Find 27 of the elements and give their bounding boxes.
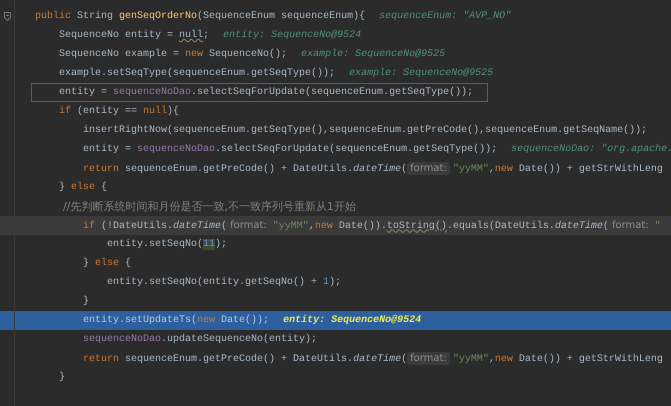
code-line: insertRightNow(sequenceEnum.getSeqType(),sequenceEnum.getPreCode(),sequenceEnum.getSeqName()); — [82, 125, 648, 136]
code-line: entity.setSeqNo(entity.getSeqNo() + 1); — [106, 277, 342, 288]
code-line: } — [82, 296, 90, 307]
code-line: entity.setSeqNo(11); — [106, 239, 228, 250]
code-line: if (!DateUtils.dateTime( format: "yyMM",new Date()).toString().equals(DateUtils.dateTime( format: " — [82, 220, 661, 232]
debug-value-hint: example: SequenceNo@9525 — [301, 49, 446, 60]
debug-value-hint: example: SequenceNo@9525 — [349, 68, 494, 79]
code-line: } else { — [82, 258, 132, 269]
code-line: public String genSeqOrderNo(SequenceEnum sequenceEnum){ — [35, 11, 366, 22]
code-line: if (entity == null){ — [58, 106, 180, 117]
debug-value-hint: entity: SequenceNo@9524 — [283, 315, 422, 326]
code-line: SequenceNo example = new SequenceNo(); — [58, 49, 288, 60]
code-line: } — [58, 372, 66, 383]
code-line: return sequenceEnum.getPreCode() + DateUtils.dateTime( format: "yyMM",new Date()) + getStrWithLeng — [82, 352, 663, 364]
code-line: entity = sequenceNoDao.selectSeqForUpdate(sequenceEnum.getSeqType()); — [58, 87, 474, 98]
debug-value-hint: sequenceNoDao: "org.apache. — [511, 144, 671, 155]
code-line: sequenceNoDao.updateSequenceNo(entity); — [82, 334, 318, 345]
code-line: example.setSeqType(sequenceEnum.getSeqType()); — [58, 68, 336, 79]
code-line: return sequenceEnum.getPreCode() + DateUtils.dateTime( format: "yyMM",new Date()) + getStrWithLeng — [82, 162, 663, 174]
code-line: entity = sequenceNoDao.selectSeqForUpdate(sequenceEnum.getSeqType()); — [82, 144, 498, 155]
code-line: entity.setUpdateTs(new Date()); — [82, 315, 270, 326]
code-line: } else { — [58, 182, 108, 193]
fold-marker-icon[interactable] — [4, 12, 10, 21]
code-line: SequenceNo entity = null; — [58, 30, 210, 41]
debug-value-hint: entity: SequenceNo@9524 — [223, 30, 362, 41]
code-line: //先判断系统时间和月份是否一致,不一致序列号重新从1开始 — [62, 199, 356, 214]
debug-value-hint: sequenceEnum: "AVP_NO" — [379, 11, 512, 22]
